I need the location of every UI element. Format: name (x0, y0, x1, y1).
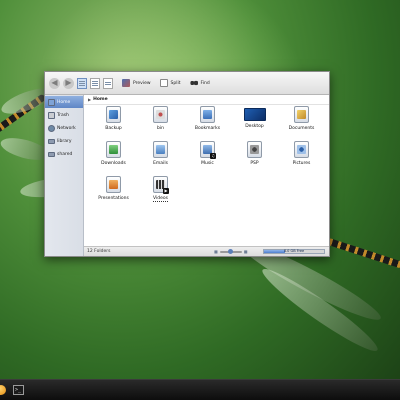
zoom-slider[interactable]: ■ ■ (214, 248, 248, 254)
file-item-psp[interactable]: PSP (231, 141, 278, 176)
preview-button[interactable]: Preview (122, 79, 151, 87)
desktop-folder-icon (243, 108, 266, 121)
bin-folder-icon (153, 106, 168, 123)
file-grid: Backup bin Bookmarks Desktop Documents D… (90, 106, 325, 211)
sidebar-item-label: Home (57, 99, 71, 105)
binoculars-icon (189, 79, 198, 87)
sidebar-item-label: library (57, 138, 72, 144)
bookmarks-folder-icon (200, 106, 215, 123)
preview-icon (122, 79, 130, 87)
split-icon (159, 79, 168, 87)
sidebar: Home Trash Network library shared (45, 95, 84, 256)
back-icon[interactable]: ◀ (49, 77, 60, 89)
status-bar: 12 Folders ■ ■ 8.0 GB Free (84, 246, 329, 256)
documents-folder-icon (294, 106, 309, 123)
drive-icon (48, 138, 55, 144)
zoom-in-icon[interactable]: ■ (244, 249, 248, 254)
file-item-desktop[interactable]: Desktop (231, 106, 278, 141)
free-space-label: 8.0 GB Free (283, 249, 305, 253)
drive-icon (48, 151, 55, 157)
breadcrumb-home[interactable]: Home (93, 97, 108, 102)
videos-folder-icon: ▶ (153, 176, 169, 194)
network-icon (48, 124, 55, 132)
file-item-label: Documents (288, 126, 315, 131)
file-item-bookmarks[interactable]: Bookmarks (184, 106, 231, 141)
icon-view-button[interactable] (77, 77, 87, 89)
presentations-folder-icon (106, 176, 121, 193)
home-icon (48, 98, 55, 106)
zoom-handle[interactable] (227, 248, 233, 254)
sidebar-item-library[interactable]: library (45, 135, 83, 147)
toolbar: ◀ ▶ Preview Split Find (45, 72, 329, 95)
file-item-label: Downloads (101, 161, 126, 166)
preview-label: Preview (133, 80, 151, 86)
sidebar-item-network[interactable]: Network (45, 122, 83, 134)
free-space-bar: 8.0 GB Free (263, 249, 325, 254)
find-label: Find (200, 80, 210, 86)
music-note-icon: ♫ (210, 153, 216, 159)
file-item-label: Emails (153, 161, 168, 166)
sidebar-item-label: Trash (57, 112, 69, 118)
split-button[interactable]: Split (159, 79, 181, 87)
file-manager-window: ◀ ▶ Preview Split Find Home Trash Networ… (44, 71, 330, 257)
file-item-presentations[interactable]: Presentations (90, 176, 137, 211)
file-item-label: bin (157, 126, 164, 131)
zoom-track[interactable] (219, 248, 242, 254)
music-folder-icon: ♫ (200, 141, 216, 159)
backup-folder-icon (106, 106, 121, 123)
sidebar-item-label: shared (57, 151, 73, 157)
sidebar-item-trash[interactable]: Trash (45, 109, 83, 121)
folder-count: 12 Folders (87, 249, 111, 254)
find-button[interactable]: Find (189, 79, 210, 87)
file-item-pictures[interactable]: Pictures (278, 141, 325, 176)
downloads-folder-icon (106, 141, 121, 158)
terminal-icon[interactable]: >_ (13, 385, 24, 395)
file-item-label: Backup (105, 126, 122, 131)
breadcrumb-arrow-icon: ▶ (88, 97, 92, 102)
file-view: ▶ Home Backup bin Bookmarks Desktop Docu… (84, 95, 329, 256)
file-item-bin[interactable]: bin (137, 106, 184, 141)
file-item-label: PSP (250, 161, 259, 166)
list-view-button[interactable] (90, 77, 100, 89)
start-menu-icon[interactable] (0, 385, 6, 395)
file-item-documents[interactable]: Documents (278, 106, 325, 141)
breadcrumb: ▶ Home (84, 95, 329, 105)
trash-icon (48, 111, 55, 119)
file-item-music[interactable]: ♫ Music (184, 141, 231, 176)
psp-folder-icon (247, 141, 262, 158)
file-item-videos[interactable]: ▶ Videos (137, 176, 184, 211)
sidebar-item-shared[interactable]: shared (45, 148, 83, 160)
split-label: Split (170, 80, 181, 86)
forward-icon[interactable]: ▶ (63, 77, 74, 89)
file-item-label: Presentations (98, 196, 129, 201)
file-item-label: Music (201, 161, 214, 166)
film-icon: ▶ (163, 188, 169, 194)
file-item-backup[interactable]: Backup (90, 106, 137, 141)
file-item-label: Bookmarks (194, 126, 221, 131)
file-item-downloads[interactable]: Downloads (90, 141, 137, 176)
pictures-folder-icon (294, 141, 309, 158)
file-item-label: Pictures (292, 161, 311, 166)
sidebar-item-home[interactable]: Home (45, 96, 83, 108)
zoom-out-icon[interactable]: ■ (214, 249, 218, 254)
file-item-emails[interactable]: Emails (137, 141, 184, 176)
column-view-button[interactable] (103, 77, 113, 89)
emails-folder-icon (153, 141, 168, 158)
file-item-label: Videos (153, 196, 168, 202)
taskbar: >_ (0, 379, 400, 400)
file-item-label: Desktop (245, 124, 264, 129)
sidebar-item-label: Network (57, 125, 76, 131)
